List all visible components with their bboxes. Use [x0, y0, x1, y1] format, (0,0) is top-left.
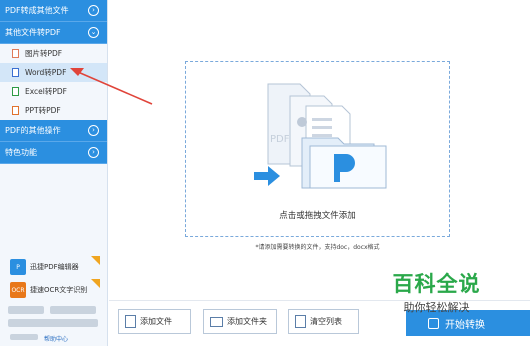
promo-pdf-editor[interactable]: P 迅捷PDF编辑器 — [10, 256, 100, 276]
start-convert-label: 开始转换 — [445, 319, 485, 331]
blurred-info — [50, 306, 96, 314]
add-file-button[interactable]: 添加文件 — [118, 309, 191, 334]
annotation-arrow — [70, 68, 153, 105]
new-corner-badge — [91, 279, 100, 288]
convert-icon — [428, 317, 439, 329]
blurred-info — [8, 319, 98, 327]
promo-label: 迅捷PDF编辑器 — [30, 263, 79, 271]
blurred-link — [10, 334, 38, 340]
clipboard-icon — [295, 315, 306, 328]
drop-illustration-icon: PDF — [254, 83, 387, 189]
chevron-icon: › — [88, 125, 99, 136]
folder-icon — [210, 316, 223, 327]
pdf-editor-logo-icon: P — [10, 259, 26, 275]
add-file-icon — [125, 315, 136, 328]
sidebar-item-label: PPT转PDF — [25, 106, 61, 115]
section-pdf-other-ops[interactable]: PDF的其他操作 › — [0, 120, 107, 142]
drop-text: 点击或拖拽文件添加 — [279, 211, 356, 221]
clear-list-label: 清空列表 — [310, 317, 342, 326]
chevron-down-icon: ⌄ — [88, 27, 99, 38]
section-label: 特色功能 — [5, 148, 37, 157]
section-label: PDF的其他操作 — [5, 126, 61, 135]
clear-list-button[interactable]: 清空列表 — [288, 309, 359, 334]
sidebar-item-label: 图片转PDF — [25, 49, 63, 58]
footer-links: 帮助中心 — [10, 334, 68, 343]
watermark-subtitle: 助你轻松解决 — [403, 301, 470, 314]
section-label: PDF转成其他文件 — [5, 6, 69, 15]
word-file-icon — [12, 68, 19, 77]
image-file-icon — [12, 49, 19, 58]
new-corner-badge — [91, 256, 100, 265]
svg-text:PDF: PDF — [270, 134, 290, 145]
ocr-logo-icon: OCR — [10, 282, 26, 298]
ppt-file-icon — [12, 106, 19, 115]
section-label: 其他文件转PDF — [5, 28, 61, 37]
add-file-label: 添加文件 — [140, 317, 172, 326]
promo-label: 捷速OCR文字识别 — [30, 286, 88, 294]
format-hint: *请添加需要转换的文件，支持doc，docx格式 — [255, 244, 380, 251]
sidebar: PDF转成其他文件 › 其他文件转PDF ⌄ 图片转PDF Word转PDF E… — [0, 0, 108, 346]
promo-ocr[interactable]: OCR 捷速OCR文字识别 — [10, 279, 100, 299]
section-features[interactable]: 特色功能 › — [0, 142, 107, 164]
excel-file-icon — [12, 87, 19, 96]
watermark: 百科全说 助你轻松解决 — [374, 268, 499, 315]
help-center-link[interactable]: 帮助中心 — [44, 334, 68, 343]
chevron-icon: › — [88, 147, 99, 158]
watermark-title: 百科全说 — [392, 272, 481, 296]
chevron-icon: › — [88, 5, 99, 16]
add-folder-label: 添加文件夹 — [227, 317, 267, 326]
add-folder-button[interactable]: 添加文件夹 — [203, 309, 277, 334]
blurred-info — [8, 306, 44, 314]
section-other-to-pdf[interactable]: 其他文件转PDF ⌄ — [0, 22, 107, 44]
section-pdf-to-other[interactable]: PDF转成其他文件 › — [0, 0, 107, 22]
